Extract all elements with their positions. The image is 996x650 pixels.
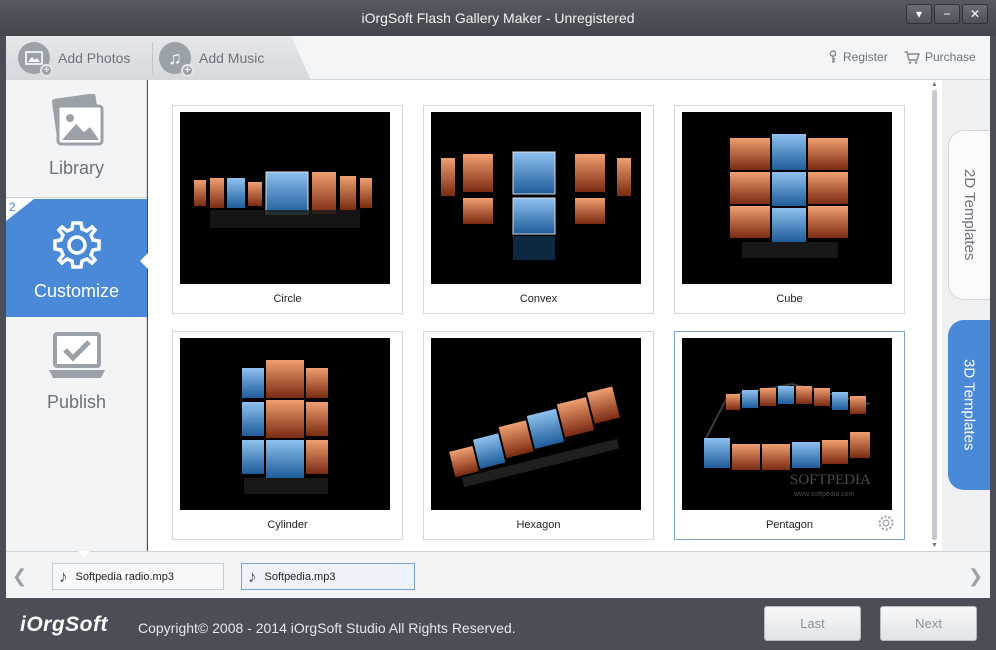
gear-icon xyxy=(47,215,107,275)
template-label: Convex xyxy=(519,293,558,305)
strip-pointer xyxy=(78,551,90,557)
template-preview-cube xyxy=(682,112,892,284)
chevron-down-icon: ▾ xyxy=(915,7,923,21)
tab-label: 3D Templates xyxy=(960,359,978,451)
sidebar: Library 2 Customize Publish xyxy=(6,80,148,551)
tab-2d-templates[interactable]: 2D Templates xyxy=(948,130,990,300)
brand-logo: iOrgSoft xyxy=(20,613,108,636)
purchase-link[interactable]: Purchase xyxy=(904,50,976,64)
template-type-tabs: 2D Templates 3D Templates xyxy=(942,80,990,551)
music-note-icon: ♪ xyxy=(248,566,257,586)
scroll-down-arrow-icon[interactable]: ▼ xyxy=(931,542,938,549)
laptop-check-icon xyxy=(47,326,107,386)
tab-label: 2D Templates xyxy=(961,169,978,261)
add-music-label: Add Music xyxy=(199,50,265,66)
register-label: Register xyxy=(843,50,888,64)
sidebar-item-label: Library xyxy=(48,158,105,178)
template-label: Cylinder xyxy=(267,519,308,531)
template-card-convex[interactable]: Convex xyxy=(423,105,654,314)
template-label: Circle xyxy=(273,293,302,305)
sidebar-item-customize[interactable]: 2 Customize xyxy=(6,199,148,317)
add-music-button[interactable]: ♫ + Add Music xyxy=(159,42,265,77)
vertical-scrollbar[interactable]: ▲ ▼ xyxy=(928,80,942,551)
plus-icon: + xyxy=(40,64,53,77)
footer: iOrgSoft Copyright© 2008 - 2014 iOrgSoft… xyxy=(0,598,996,650)
cart-icon xyxy=(904,50,920,64)
watermark-url: www.softpedia.com xyxy=(793,491,854,498)
scroll-left-icon[interactable]: ❮ xyxy=(12,566,27,587)
music-note-icon: ♪ xyxy=(59,566,68,586)
photos-icon xyxy=(47,92,107,152)
scroll-up-arrow-icon[interactable]: ▲ xyxy=(931,81,938,88)
music-note-icon: ♫ + xyxy=(159,42,194,77)
add-photos-button[interactable]: + Add Photos xyxy=(18,42,131,77)
music-file-item[interactable]: ♪ Softpedia radio.mp3 xyxy=(52,563,224,590)
window-controls: ▾ − ✕ xyxy=(906,4,988,24)
sidebar-item-publish[interactable]: Publish xyxy=(6,326,147,426)
music-file-name: Softpedia radio.mp3 xyxy=(75,570,174,583)
photo-icon: + xyxy=(18,42,53,77)
title-bar: iOrgSoft Flash Gallery Maker - Unregiste… xyxy=(0,0,996,36)
music-file-name: Softpedia.mp3 xyxy=(264,570,336,583)
window-title: iOrgSoft Flash Gallery Maker - Unregiste… xyxy=(361,10,635,26)
template-grid: Circle Convex Cube Cylinder Hexagon SOFT… xyxy=(148,80,928,551)
template-preview-cylinder xyxy=(180,338,390,510)
template-preview-pentagon: SOFTPEDIA www.softpedia.com xyxy=(682,338,892,510)
active-pointer xyxy=(140,253,148,269)
template-preview-circle xyxy=(180,112,390,284)
plus-icon: + xyxy=(181,64,194,77)
scrollbar-thumb[interactable] xyxy=(932,90,937,540)
sidebar-item-library[interactable]: Library xyxy=(6,92,147,196)
minimize-icon: − xyxy=(943,7,951,21)
sidebar-divider xyxy=(6,197,147,198)
music-strip: ❮ ♪ Softpedia radio.mp3 ♪ Softpedia.mp3 … xyxy=(6,551,990,598)
last-button[interactable]: Last xyxy=(764,606,861,641)
dropdown-button[interactable]: ▾ xyxy=(906,4,932,24)
minimize-button[interactable]: − xyxy=(934,4,960,24)
sidebar-item-label: Publish xyxy=(46,392,107,412)
template-preview-convex xyxy=(431,112,641,284)
music-file-item[interactable]: ♪ Softpedia.mp3 xyxy=(241,563,415,590)
close-button[interactable]: ✕ xyxy=(962,4,988,24)
scroll-right-icon[interactable]: ❯ xyxy=(968,566,983,587)
key-icon xyxy=(829,50,837,63)
sidebar-item-label: Customize xyxy=(33,281,120,301)
close-icon: ✕ xyxy=(969,7,981,21)
template-preview-hexagon xyxy=(431,338,641,510)
purchase-label: Purchase xyxy=(925,50,976,64)
template-label: Hexagon xyxy=(516,519,561,531)
template-label: Pentagon xyxy=(765,519,814,531)
template-card-circle[interactable]: Circle xyxy=(172,105,403,314)
register-link[interactable]: Register xyxy=(828,50,888,64)
step-number: 2 xyxy=(9,200,16,214)
add-photos-label: Add Photos xyxy=(58,50,131,66)
template-card-hexagon[interactable]: Hexagon xyxy=(423,331,654,540)
template-card-pentagon[interactable]: SOFTPEDIA www.softpedia.com Pentagon xyxy=(674,331,905,540)
watermark-brand: SOFTPEDIA xyxy=(790,472,871,488)
template-card-cylinder[interactable]: Cylinder xyxy=(172,331,403,540)
settings-gear-icon[interactable] xyxy=(876,513,896,533)
toolbar-separator xyxy=(152,42,153,74)
next-button[interactable]: Next xyxy=(880,606,977,641)
tab-3d-templates[interactable]: 3D Templates xyxy=(948,320,990,490)
template-card-cube[interactable]: Cube xyxy=(674,105,905,314)
template-label: Cube xyxy=(776,293,803,305)
copyright-text: Copyright© 2008 - 2014 iOrgSoft Studio A… xyxy=(138,620,516,636)
toolbar: + Add Photos ♫ + Add Music Register Purc… xyxy=(6,36,990,80)
